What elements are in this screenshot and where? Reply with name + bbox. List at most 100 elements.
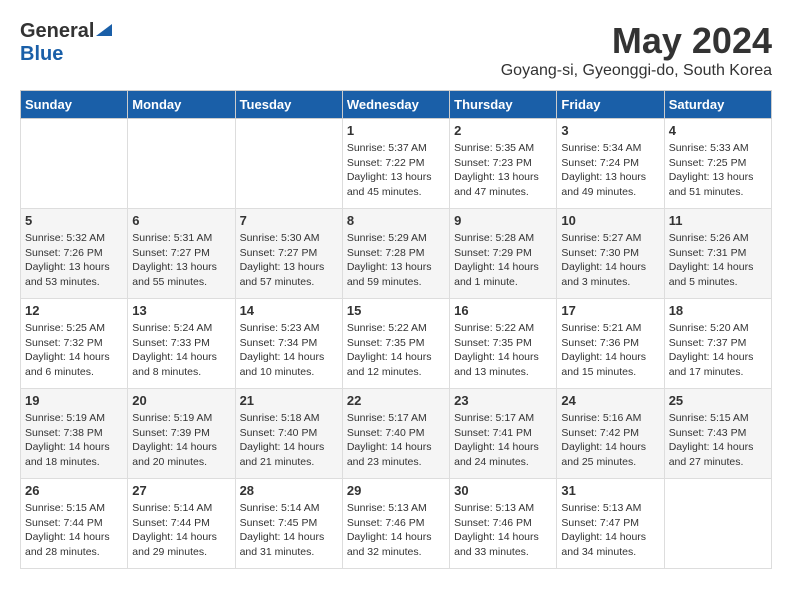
day-number: 11 [669,213,767,228]
day-number: 25 [669,393,767,408]
calendar-cell: 18 Sunrise: 5:20 AM Sunset: 7:37 PM Dayli… [664,299,771,389]
week-row-2: 5Sunrise: 5:32 AM Sunset: 7:26 PM Daylig… [21,209,772,299]
day-number: 14 [240,303,338,318]
day-number: 19 [25,393,123,408]
calendar-header: SundayMondayTuesdayWednesdayThursdayFrid… [21,91,772,119]
calendar-cell: 10Sunrise: 5:27 AM Sunset: 7:30 PM Dayli… [557,209,664,299]
day-number: 24 [561,393,659,408]
header-day-sunday: Sunday [21,91,128,119]
day-info: Sunrise: 5:19 AM Sunset: 7:38 PM Dayligh… [25,411,123,470]
day-info: Sunrise: 5:17 AM Sunset: 7:40 PM Dayligh… [347,411,445,470]
week-row-5: 26 Sunrise: 5:15 AM Sunset: 7:44 PM Dayli… [21,479,772,569]
day-info: Sunrise: 5:37 AM Sunset: 7:22 PM Dayligh… [347,141,445,200]
day-info: Sunrise: 5:23 AM Sunset: 7:34 PM Dayligh… [240,321,338,380]
day-number: 28 [240,483,338,498]
header-day-wednesday: Wednesday [342,91,449,119]
calendar-cell: 19 Sunrise: 5:19 AM Sunset: 7:38 PM Dayli… [21,389,128,479]
day-info: Sunrise: 5:34 AM Sunset: 7:24 PM Dayligh… [561,141,659,200]
logo-general: General [20,20,94,43]
calendar-cell: 4 Sunrise: 5:33 AM Sunset: 7:25 PM Daylig… [664,119,771,209]
day-info: Sunrise: 5:18 AM Sunset: 7:40 PM Dayligh… [240,411,338,470]
header-day-saturday: Saturday [664,91,771,119]
day-info: Sunrise: 5:13 AM Sunset: 7:47 PM Dayligh… [561,501,659,560]
week-row-4: 19 Sunrise: 5:19 AM Sunset: 7:38 PM Dayli… [21,389,772,479]
day-info: Sunrise: 5:33 AM Sunset: 7:25 PM Dayligh… [669,141,767,200]
day-info: Sunrise: 5:19 AM Sunset: 7:39 PM Dayligh… [132,411,230,470]
day-number: 18 [669,303,767,318]
calendar-cell: 26 Sunrise: 5:15 AM Sunset: 7:44 PM Dayli… [21,479,128,569]
day-number: 27 [132,483,230,498]
calendar-cell: 29 Sunrise: 5:13 AM Sunset: 7:46 PM Dayli… [342,479,449,569]
logo-triangle [96,20,112,41]
calendar-cell: 1 Sunrise: 5:37 AM Sunset: 7:22 PM Daylig… [342,119,449,209]
calendar-cell: 21 Sunrise: 5:18 AM Sunset: 7:40 PM Dayli… [235,389,342,479]
day-number: 7 [240,213,338,228]
day-info: Sunrise: 5:21 AM Sunset: 7:36 PM Dayligh… [561,321,659,380]
logo: General Blue [20,20,112,66]
calendar-body: 1 Sunrise: 5:37 AM Sunset: 7:22 PM Daylig… [21,119,772,569]
day-info: Sunrise: 5:35 AM Sunset: 7:23 PM Dayligh… [454,141,552,200]
day-number: 23 [454,393,552,408]
calendar-cell: 17Sunrise: 5:21 AM Sunset: 7:36 PM Dayli… [557,299,664,389]
day-number: 13 [132,303,230,318]
header-day-monday: Monday [128,91,235,119]
day-number: 20 [132,393,230,408]
day-info: Sunrise: 5:24 AM Sunset: 7:33 PM Dayligh… [132,321,230,380]
day-number: 4 [669,123,767,138]
calendar-cell: 24 Sunrise: 5:16 AM Sunset: 7:42 PM Dayli… [557,389,664,479]
day-number: 22 [347,393,445,408]
calendar-cell: 9 Sunrise: 5:28 AM Sunset: 7:29 PM Daylig… [450,209,557,299]
day-number: 26 [25,483,123,498]
day-number: 9 [454,213,552,228]
calendar-cell: 27 Sunrise: 5:14 AM Sunset: 7:44 PM Dayli… [128,479,235,569]
day-info: Sunrise: 5:27 AM Sunset: 7:30 PM Dayligh… [561,231,659,290]
calendar-cell: 31 Sunrise: 5:13 AM Sunset: 7:47 PM Dayli… [557,479,664,569]
day-number: 31 [561,483,659,498]
day-info: Sunrise: 5:13 AM Sunset: 7:46 PM Dayligh… [454,501,552,560]
day-number: 21 [240,393,338,408]
day-info: Sunrise: 5:15 AM Sunset: 7:44 PM Dayligh… [25,501,123,560]
calendar-cell: 11 Sunrise: 5:26 AM Sunset: 7:31 PM Dayli… [664,209,771,299]
week-row-3: 12 Sunrise: 5:25 AM Sunset: 7:32 PM Dayli… [21,299,772,389]
day-number: 8 [347,213,445,228]
day-info: Sunrise: 5:14 AM Sunset: 7:44 PM Dayligh… [132,501,230,560]
day-info: Sunrise: 5:15 AM Sunset: 7:43 PM Dayligh… [669,411,767,470]
header: General Blue May 2024 Goyang-si, Gyeongg… [20,20,772,80]
header-day-thursday: Thursday [450,91,557,119]
calendar-cell [235,119,342,209]
calendar-cell: 12 Sunrise: 5:25 AM Sunset: 7:32 PM Dayli… [21,299,128,389]
day-number: 29 [347,483,445,498]
calendar-cell: 3Sunrise: 5:34 AM Sunset: 7:24 PM Daylig… [557,119,664,209]
header-row: SundayMondayTuesdayWednesdayThursdayFrid… [21,91,772,119]
day-number: 6 [132,213,230,228]
day-info: Sunrise: 5:16 AM Sunset: 7:42 PM Dayligh… [561,411,659,470]
day-info: Sunrise: 5:22 AM Sunset: 7:35 PM Dayligh… [347,321,445,380]
calendar-cell: 7 Sunrise: 5:30 AM Sunset: 7:27 PM Daylig… [235,209,342,299]
title-area: May 2024 Goyang-si, Gyeonggi-do, South K… [501,20,772,80]
day-info: Sunrise: 5:25 AM Sunset: 7:32 PM Dayligh… [25,321,123,380]
day-number: 12 [25,303,123,318]
day-info: Sunrise: 5:13 AM Sunset: 7:46 PM Dayligh… [347,501,445,560]
calendar-cell: 5Sunrise: 5:32 AM Sunset: 7:26 PM Daylig… [21,209,128,299]
calendar-cell [21,119,128,209]
day-info: Sunrise: 5:29 AM Sunset: 7:28 PM Dayligh… [347,231,445,290]
day-info: Sunrise: 5:14 AM Sunset: 7:45 PM Dayligh… [240,501,338,560]
day-number: 5 [25,213,123,228]
calendar-cell [664,479,771,569]
header-day-friday: Friday [557,91,664,119]
day-info: Sunrise: 5:20 AM Sunset: 7:37 PM Dayligh… [669,321,767,380]
calendar-cell: 13 Sunrise: 5:24 AM Sunset: 7:33 PM Dayli… [128,299,235,389]
calendar-cell: 14 Sunrise: 5:23 AM Sunset: 7:34 PM Dayli… [235,299,342,389]
calendar-cell: 2Sunrise: 5:35 AM Sunset: 7:23 PM Daylig… [450,119,557,209]
day-number: 1 [347,123,445,138]
day-info: Sunrise: 5:30 AM Sunset: 7:27 PM Dayligh… [240,231,338,290]
header-day-tuesday: Tuesday [235,91,342,119]
calendar-cell: 8 Sunrise: 5:29 AM Sunset: 7:28 PM Daylig… [342,209,449,299]
day-info: Sunrise: 5:26 AM Sunset: 7:31 PM Dayligh… [669,231,767,290]
day-info: Sunrise: 5:28 AM Sunset: 7:29 PM Dayligh… [454,231,552,290]
day-info: Sunrise: 5:22 AM Sunset: 7:35 PM Dayligh… [454,321,552,380]
day-number: 30 [454,483,552,498]
calendar-cell: 25 Sunrise: 5:15 AM Sunset: 7:43 PM Dayli… [664,389,771,479]
calendar-cell: 22 Sunrise: 5:17 AM Sunset: 7:40 PM Dayli… [342,389,449,479]
calendar-cell: 30 Sunrise: 5:13 AM Sunset: 7:46 PM Dayli… [450,479,557,569]
